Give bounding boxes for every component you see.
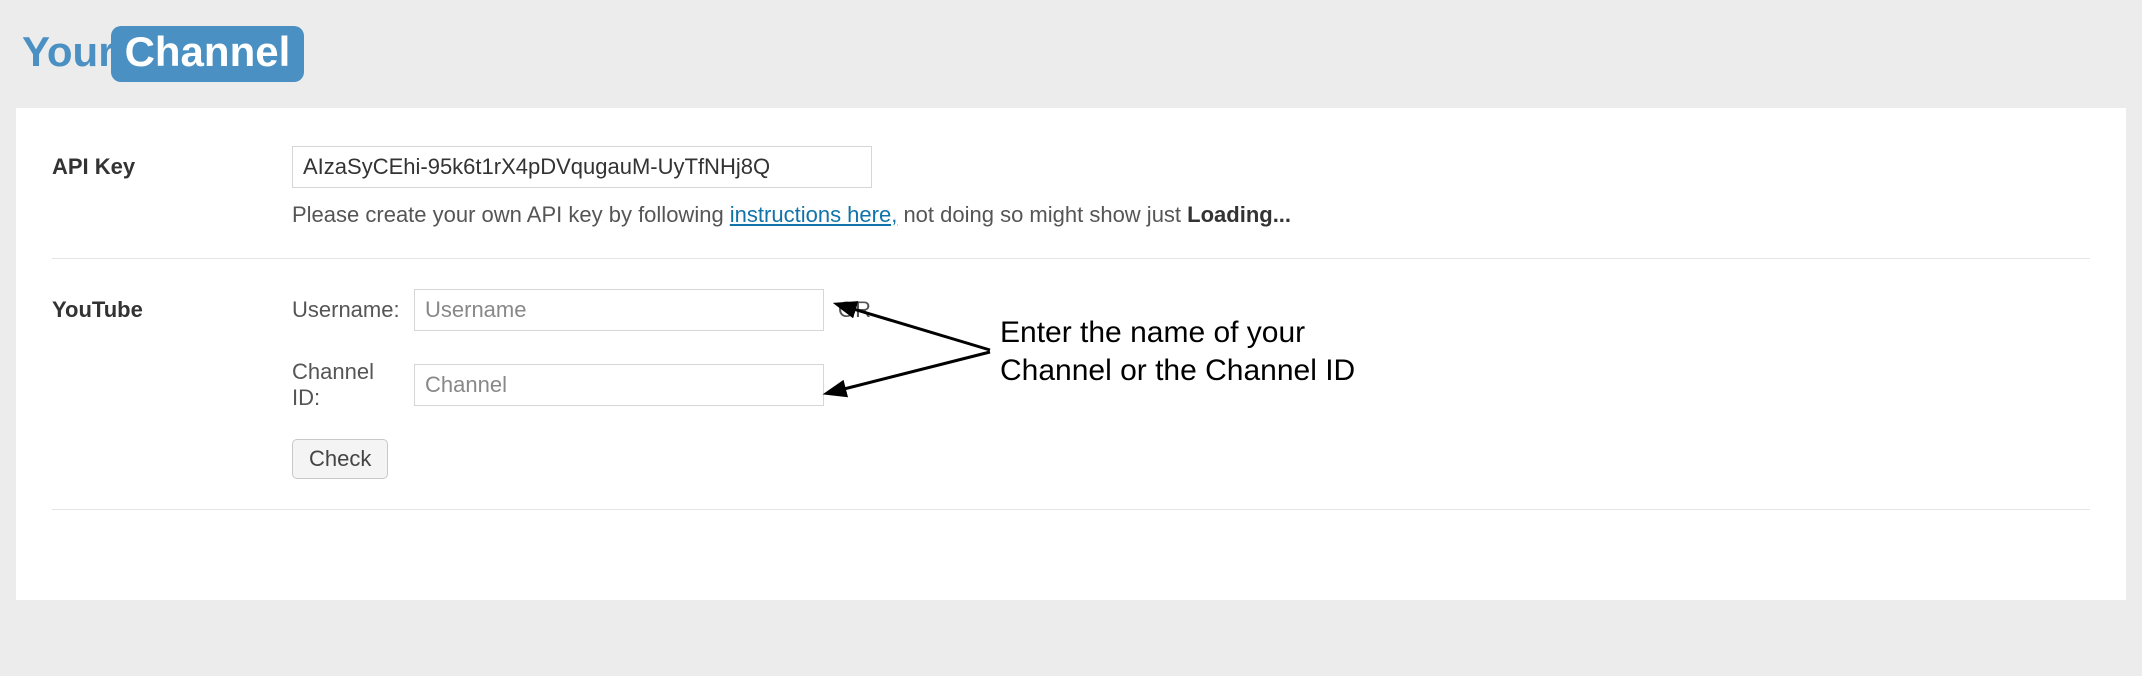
apikey-help-text: Please create your own API key by follow… — [292, 202, 2090, 228]
apikey-help-after: not doing so might show just — [897, 202, 1187, 227]
app-logo: YourChannel — [22, 26, 304, 82]
logo-text-channel: Channel — [111, 26, 305, 82]
annotation-line2: Channel or the Channel ID — [1000, 352, 1355, 390]
apikey-input[interactable] — [292, 146, 872, 188]
check-button[interactable]: Check — [292, 439, 388, 479]
annotation-text: Enter the name of your Channel or the Ch… — [1000, 314, 1355, 389]
username-label: Username: — [292, 297, 406, 323]
channel-id-input[interactable] — [414, 364, 824, 406]
apikey-help-before: Please create your own API key by follow… — [292, 202, 730, 227]
logo-text-your: Your — [22, 28, 115, 75]
channel-id-label: Channel ID: — [292, 359, 406, 411]
apikey-help-strong: Loading... — [1187, 202, 1291, 227]
annotation-line1: Enter the name of your — [1000, 314, 1355, 352]
or-text: OR — [838, 297, 871, 323]
youtube-label: YouTube — [52, 289, 292, 323]
instructions-link[interactable]: instructions here, — [730, 202, 898, 227]
username-input[interactable] — [414, 289, 824, 331]
apikey-label: API Key — [52, 146, 292, 180]
apikey-row: API Key Please create your own API key b… — [52, 146, 2090, 259]
